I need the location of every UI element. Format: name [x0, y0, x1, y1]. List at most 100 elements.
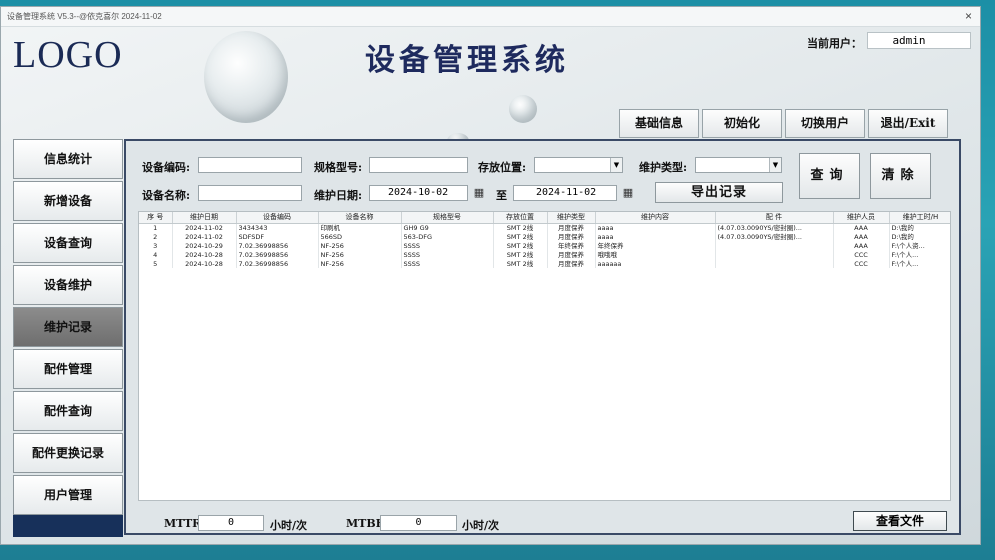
- current-user-field: admin: [867, 32, 971, 49]
- table-row[interactable]: 5 2024-10-28 7.02.36998856 NF-256 SSSS SMT 2线…: [139, 259, 950, 268]
- table-cell: 2: [139, 232, 173, 241]
- table-cell: F:\个人资...: [889, 241, 950, 250]
- sidebar-item-parts-query[interactable]: 配件查询: [13, 391, 123, 431]
- table-cell: 2024-11-02: [172, 223, 237, 232]
- mttr-unit: 小时/次: [270, 519, 308, 532]
- sidebar-item-device-query[interactable]: 设备查询: [13, 223, 123, 263]
- title-bar: 设备管理系统 V5.3--@依克喜尔 2024-11-02 ×: [1, 7, 980, 27]
- sidebar-item-parts-management[interactable]: 配件管理: [13, 349, 123, 389]
- table-cell: [715, 259, 834, 268]
- table-body: 1 2024-11-02 3434343 印刷机 GH9 G9 SMT 2线 月度保养 aaa…: [139, 223, 950, 268]
- column-header[interactable]: 配 件: [715, 212, 834, 224]
- device-code-input[interactable]: [198, 157, 302, 173]
- records-grid[interactable]: 序 号 维护日期 设备编码 设备名称 规格型号 存放位置 维护类型 维护内容 配…: [138, 211, 951, 501]
- initialize-button[interactable]: 初始化: [702, 109, 782, 138]
- table-cell: 月度保养: [547, 232, 596, 241]
- table-cell: 7.02.36998856: [236, 259, 319, 268]
- spec-label: 规格型号:: [314, 161, 363, 174]
- table-cell: SSSS: [401, 241, 494, 250]
- table-cell: SMT 2线: [493, 259, 548, 268]
- table-cell: SMT 2线: [493, 250, 548, 259]
- calendar-icon[interactable]: ▦: [619, 186, 637, 200]
- column-header[interactable]: 设备编码: [236, 212, 319, 224]
- logo: LOGO: [13, 34, 123, 76]
- column-header[interactable]: 维护日期: [172, 212, 237, 224]
- table-cell: 哦哦哦: [595, 250, 716, 259]
- column-header[interactable]: 维护内容: [595, 212, 716, 224]
- query-button[interactable]: 查询: [799, 153, 860, 199]
- table-row[interactable]: 4 2024-10-28 7.02.36998856 NF-256 SSSS SMT 2线…: [139, 250, 950, 259]
- table-cell: 7.02.36998856: [236, 250, 319, 259]
- table-cell: (4.07.03.0090YS/密封圈)...: [715, 232, 834, 241]
- date-to-label: 至: [496, 189, 507, 202]
- window-title: 设备管理系统 V5.3--@依克喜尔 2024-11-02: [7, 12, 162, 21]
- switch-user-button[interactable]: 切换用户: [785, 109, 865, 138]
- table-row[interactable]: 1 2024-11-02 3434343 印刷机 GH9 G9 SMT 2线 月度保养 aaa…: [139, 223, 950, 232]
- column-header[interactable]: 维护工时/H: [889, 212, 950, 224]
- date-from-input[interactable]: 2024-10-02: [369, 185, 468, 201]
- chevron-down-icon[interactable]: ▼: [769, 158, 781, 172]
- table-cell: GH9 G9: [401, 223, 494, 232]
- table-cell: NF-256: [318, 259, 402, 268]
- clear-button[interactable]: 清除: [870, 153, 931, 199]
- table-cell: AAA: [833, 232, 890, 241]
- column-header[interactable]: 维护类型: [547, 212, 596, 224]
- table-cell: AAA: [833, 241, 890, 250]
- sidebar-item-user-management[interactable]: 用户管理: [13, 475, 123, 515]
- table-cell: 563-DFG: [401, 232, 494, 241]
- table-cell: 3434343: [236, 223, 319, 232]
- table-cell: D:\我的: [889, 232, 950, 241]
- sidebar-item-maintenance-records[interactable]: 维护记录: [13, 307, 123, 347]
- table-cell: 3: [139, 241, 173, 250]
- table-cell: 566SD: [318, 232, 402, 241]
- sidebar-item-stats[interactable]: 信息统计: [13, 139, 123, 179]
- table-cell: 5: [139, 259, 173, 268]
- table-cell: SMT 2线: [493, 232, 548, 241]
- calendar-icon[interactable]: ▦: [470, 186, 488, 200]
- chevron-down-icon[interactable]: ▼: [610, 158, 622, 172]
- table-cell: 2024-10-28: [172, 259, 237, 268]
- column-header[interactable]: 存放位置: [493, 212, 548, 224]
- device-code-label: 设备编码:: [142, 161, 191, 174]
- sidebar-item-add-device[interactable]: 新增设备: [13, 181, 123, 221]
- decor-bubble: [204, 31, 288, 123]
- column-header[interactable]: 规格型号: [401, 212, 494, 224]
- table-row[interactable]: 2 2024-11-02 SDFSDF 566SD 563-DFG SMT 2线 月度保养 a…: [139, 232, 950, 241]
- table-cell: CCC: [833, 259, 890, 268]
- column-header[interactable]: 维护人员: [833, 212, 890, 224]
- table-header-row: 序 号 维护日期 设备编码 设备名称 规格型号 存放位置 维护类型 维护内容 配…: [139, 212, 950, 224]
- decor-bubble: [509, 95, 537, 123]
- exit-button[interactable]: 退出/Exit: [868, 109, 948, 138]
- table-cell: aaaa: [595, 232, 716, 241]
- column-header[interactable]: 设备名称: [318, 212, 402, 224]
- table-cell: 7.02.36998856: [236, 241, 319, 250]
- main-panel: 设备编码: 规格型号: 存放位置: ▼ 维护类型: ▼ 设备名称: 维护日期: …: [124, 139, 961, 535]
- date-to-input[interactable]: 2024-11-02: [513, 185, 617, 201]
- current-user-label: 当前用户：: [807, 37, 862, 50]
- table-cell: D:\我的: [889, 223, 950, 232]
- location-select[interactable]: ▼: [534, 157, 623, 173]
- close-icon[interactable]: ×: [965, 9, 972, 23]
- mtbf-field: 0: [380, 515, 457, 531]
- maint-type-select[interactable]: ▼: [695, 157, 782, 173]
- table-cell: SMT 2线: [493, 241, 548, 250]
- device-name-input[interactable]: [198, 185, 302, 201]
- sidebar-item-parts-replacement[interactable]: 配件更换记录: [13, 433, 123, 473]
- spec-input[interactable]: [369, 157, 468, 173]
- app-title: 设备管理系统: [365, 43, 569, 78]
- table-cell: SSSS: [401, 250, 494, 259]
- column-header[interactable]: 序 号: [139, 212, 173, 224]
- basic-info-button[interactable]: 基础信息: [619, 109, 699, 138]
- view-file-button[interactable]: 查看文件: [853, 511, 947, 531]
- sidebar-footer: [13, 515, 123, 537]
- table-cell: 月度保养: [547, 259, 596, 268]
- maint-date-label: 维护日期:: [314, 189, 363, 202]
- table-cell: CCC: [833, 250, 890, 259]
- table-cell: SSSS: [401, 259, 494, 268]
- table-row[interactable]: 3 2024-10-29 7.02.36998856 NF-256 SSSS SMT 2线…: [139, 241, 950, 250]
- table-cell: 印刷机: [318, 223, 402, 232]
- sidebar-item-device-maintenance[interactable]: 设备维护: [13, 265, 123, 305]
- table-cell: NF-256: [318, 250, 402, 259]
- export-button[interactable]: 导出记录: [655, 182, 783, 203]
- table-cell: 1: [139, 223, 173, 232]
